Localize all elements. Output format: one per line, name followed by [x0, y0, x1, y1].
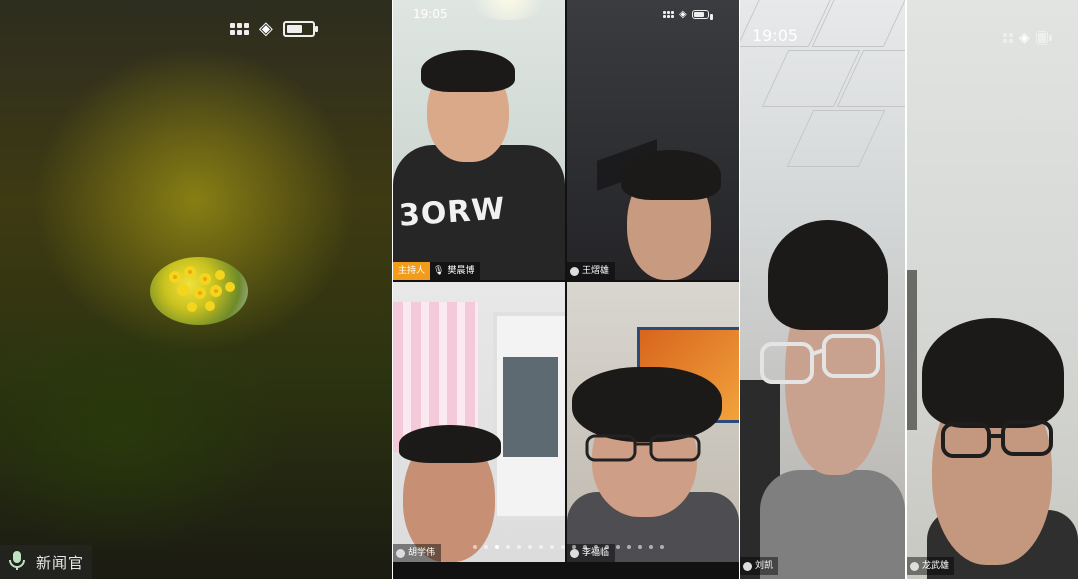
divider	[905, 0, 907, 579]
participant-hair	[399, 425, 501, 463]
battery-icon	[1035, 31, 1052, 45]
participant-name: 王熠雄	[582, 266, 610, 276]
participant-badge: 新闻官	[0, 545, 93, 579]
participant-name: 胡学伟	[408, 548, 436, 558]
remote-video-panel-1: ◈ 新闻官	[0, 0, 392, 579]
tile-label: 刘凯	[740, 557, 779, 575]
glasses	[758, 330, 883, 388]
cellular-signal-icon	[1003, 33, 1013, 43]
divider	[392, 0, 393, 579]
video-grid-panel: 19:05 3ORW 主持人 🎙 樊晨博 ◈ 王熠雄 胡学伟 李福临	[393, 0, 739, 579]
participant-hair	[768, 220, 888, 330]
divider	[739, 0, 740, 579]
participant-hair	[572, 367, 722, 442]
status-time: 19:05	[752, 26, 799, 45]
participant-name: 新闻官	[36, 553, 85, 572]
participant-name: 樊晨博	[447, 266, 475, 276]
ceiling-light	[463, 0, 553, 20]
user-icon	[910, 561, 919, 571]
status-bar: ◈	[663, 9, 713, 20]
status-bar: ◈	[1003, 30, 1052, 46]
shirt-print: 3ORW	[397, 191, 507, 234]
cellular-signal-icon	[663, 11, 674, 18]
flower-avatar	[150, 257, 248, 325]
wifi-icon: ◈	[259, 18, 273, 39]
video-tile-1[interactable]: 19:05 3ORW 主持人 🎙 樊晨博	[393, 0, 565, 280]
video-tile-2[interactable]: ◈ 王熠雄	[567, 0, 739, 280]
user-icon	[570, 266, 579, 276]
participant-hair	[922, 318, 1064, 428]
glasses	[585, 432, 703, 462]
microphone-icon: 🎙	[433, 266, 445, 276]
participant-hair	[421, 50, 515, 92]
wifi-icon: ◈	[679, 9, 687, 20]
wifi-icon: ◈	[1019, 30, 1030, 46]
tile-label: 胡学伟	[393, 544, 442, 562]
microphone-icon	[6, 549, 28, 575]
battery-icon	[691, 10, 713, 20]
user-icon	[743, 561, 752, 571]
remote-video-panel-4: ◈ 龙武雄	[907, 0, 1078, 579]
page-indicator[interactable]	[473, 545, 664, 549]
cellular-signal-icon	[230, 23, 249, 35]
glasses	[939, 418, 1054, 460]
battery-icon	[282, 21, 318, 37]
user-icon	[570, 548, 579, 558]
person-torso	[760, 470, 905, 579]
status-time: 19:05	[413, 7, 448, 21]
tile-label: 主持人 🎙 樊晨博	[393, 262, 481, 280]
tile-label: 王熠雄	[567, 262, 616, 280]
tile-label: 龙武雄	[907, 557, 955, 575]
remote-video-panel-3: 19:05 刘凯	[740, 0, 905, 579]
video-tile-3[interactable]: 胡学伟	[393, 282, 565, 562]
user-icon	[396, 548, 405, 558]
ceiling-tile	[786, 110, 886, 167]
window-pane	[503, 357, 558, 457]
participant-hair	[621, 150, 721, 200]
participant-name: 龙武雄	[922, 561, 950, 571]
participant-name: 刘凯	[755, 561, 774, 571]
host-tag: 主持人	[393, 262, 431, 280]
video-tile-4[interactable]: 李福临	[567, 282, 739, 562]
background-object	[907, 270, 917, 430]
status-bar: ◈	[230, 18, 318, 39]
